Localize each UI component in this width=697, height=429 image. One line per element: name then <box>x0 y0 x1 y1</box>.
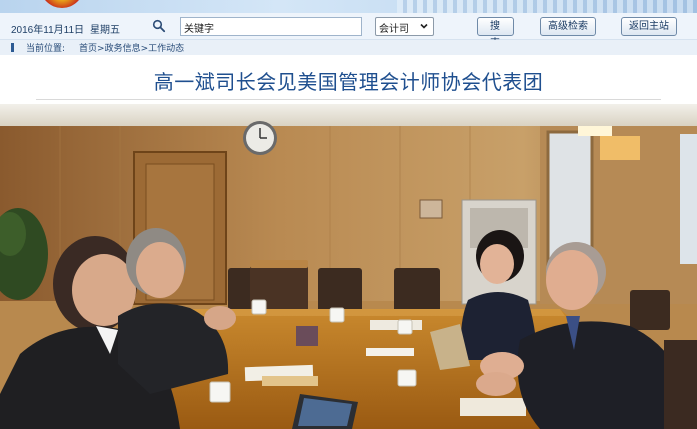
title-band: 高一斌司长会见美国管理会计师协会代表团 <box>0 55 697 99</box>
top-banner <box>0 0 697 13</box>
scope-select[interactable]: 会计司 <box>375 17 434 36</box>
weekday-text: 星期五 <box>90 25 121 36</box>
search-button[interactable]: 搜 索 <box>477 17 514 49</box>
breadcrumb-marker <box>11 43 14 52</box>
page-title: 高一斌司长会见美国管理会计师协会代表团 <box>153 70 544 94</box>
banner-decoration <box>397 0 697 13</box>
toolbar: 2016年11月11日星期五 关键字 会计司 搜 索 高级检索 返回主站 <box>0 13 697 49</box>
national-emblem <box>40 0 84 8</box>
search-input[interactable]: 关键字 <box>180 17 362 36</box>
return-home-button[interactable]: 返回主站 <box>621 17 677 36</box>
scope-select-value: 会计司 <box>379 24 409 35</box>
article-photo <box>0 104 697 429</box>
breadcrumb: 当前位置: 首页>政务信息>工作动态 <box>26 41 184 54</box>
breadcrumb-bar: 当前位置: 首页>政务信息>工作动态 <box>0 40 697 55</box>
meeting-photo-illustration <box>0 104 697 429</box>
date-text: 2016年11月11日 <box>11 25 85 36</box>
advanced-search-button[interactable]: 高级检索 <box>540 17 596 36</box>
breadcrumb-label: 当前位置: <box>26 44 66 54</box>
breadcrumb-path[interactable]: 首页>政务信息>工作动态 <box>79 44 184 54</box>
date-display: 2016年11月11日 星期五 <box>11 21 120 36</box>
chevron-down-icon <box>419 21 429 31</box>
title-divider <box>36 99 661 100</box>
search-icon[interactable] <box>152 19 166 33</box>
